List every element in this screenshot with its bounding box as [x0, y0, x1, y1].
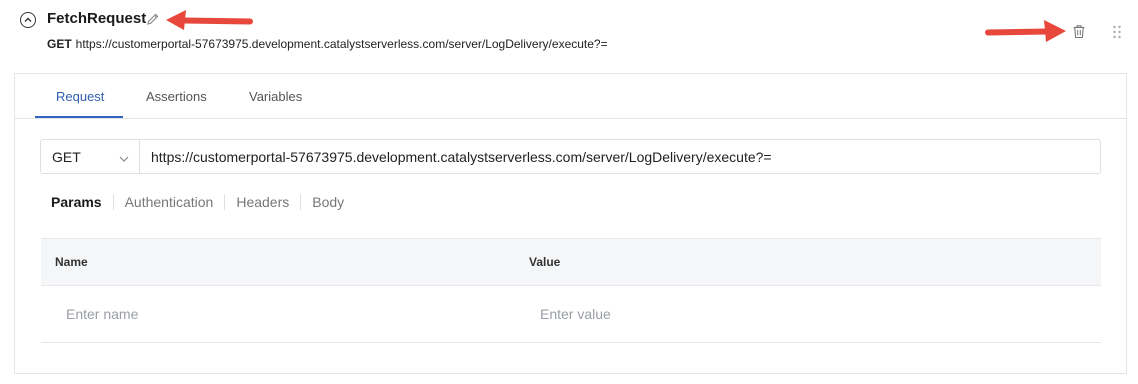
pencil-icon[interactable] — [146, 12, 160, 26]
param-name-input[interactable] — [66, 298, 506, 330]
params-table-header: Name Value — [41, 238, 1101, 286]
table-row — [41, 286, 1101, 343]
method-select[interactable]: GET — [41, 140, 140, 173]
drag-handle-icon[interactable] — [1112, 24, 1122, 40]
params-table: Name Value — [41, 238, 1101, 343]
tab-request[interactable]: Request — [56, 89, 104, 104]
collapse-icon[interactable] — [20, 12, 36, 28]
tab-assertions[interactable]: Assertions — [146, 89, 207, 104]
summary-method: GET — [47, 37, 72, 51]
subtab-headers[interactable]: Headers — [224, 194, 300, 210]
column-header-value: Value — [529, 255, 561, 269]
active-tab-indicator — [35, 116, 123, 118]
request-summary: GET https://customerportal-57673975.devel… — [47, 37, 608, 51]
request-header: FetchRequest GET https://customerportal-5… — [0, 0, 1138, 70]
annotation-arrow-right — [985, 20, 1066, 42]
request-title: FetchRequest — [47, 10, 147, 27]
trash-icon[interactable] — [1072, 24, 1086, 39]
annotation-arrow-left — [166, 10, 253, 30]
column-header-name: Name — [55, 255, 88, 269]
chevron-down-icon — [119, 151, 129, 162]
subtab-body[interactable]: Body — [300, 194, 355, 210]
tab-variables[interactable]: Variables — [249, 89, 302, 104]
method-select-value: GET — [52, 149, 81, 165]
url-bar: GET — [40, 139, 1101, 174]
param-value-input[interactable] — [540, 298, 1080, 330]
subtab-authentication[interactable]: Authentication — [112, 194, 225, 210]
url-input[interactable] — [141, 140, 1099, 173]
summary-url: https://customerportal-57673975.developm… — [75, 37, 608, 51]
request-subtabs: Params Authentication Headers Body — [51, 193, 355, 211]
request-panel: Request Assertions Variables GET Params … — [14, 73, 1127, 374]
tab-bar: Request Assertions Variables — [15, 74, 1126, 119]
subtab-params[interactable]: Params — [51, 194, 113, 210]
